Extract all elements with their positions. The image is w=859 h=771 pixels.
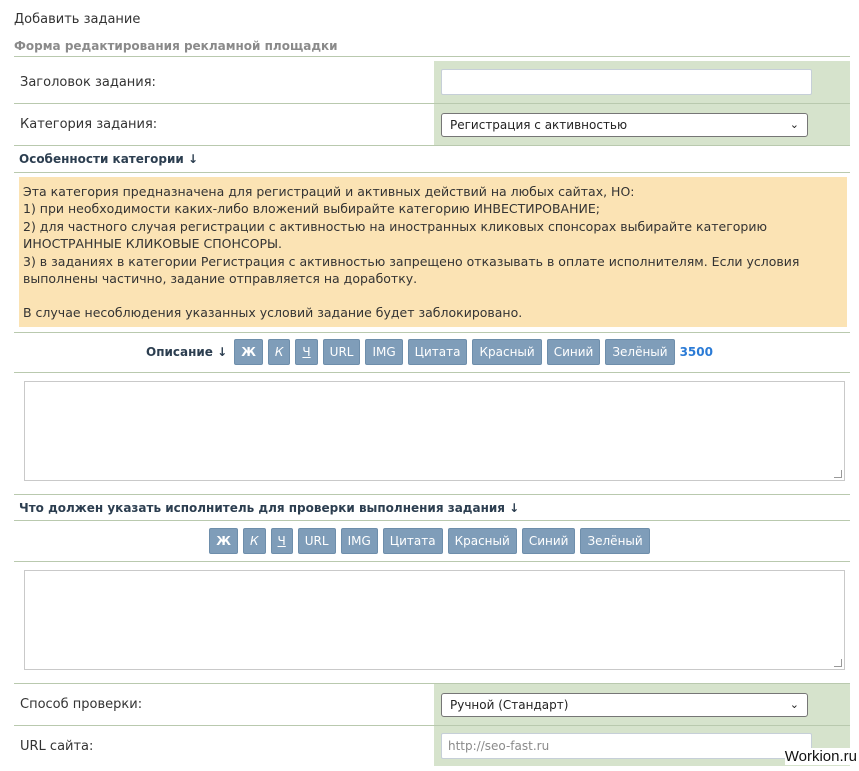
- description-textarea[interactable]: [24, 381, 845, 481]
- notice-line: Эта категория предназначена для регистра…: [23, 184, 635, 199]
- verification-toggle[interactable]: Что должен указать исполнитель для прове…: [19, 501, 519, 515]
- description-toggle[interactable]: Описание ↓: [146, 345, 227, 359]
- green-button[interactable]: Зелёный: [605, 339, 675, 365]
- resize-handle-icon[interactable]: [834, 470, 842, 478]
- blue-button[interactable]: Синий: [521, 528, 576, 554]
- page-title: Добавить задание: [14, 12, 141, 27]
- check-method-selected-value: Ручной (Стандарт): [450, 697, 569, 712]
- verification-toolbar: Ж К Ч URL IMG Цитата Красный Синий Зелён…: [0, 528, 859, 554]
- site-url-input[interactable]: [441, 733, 812, 759]
- form-title: Форма редактирования рекламной площадки: [14, 39, 338, 53]
- check-method-cell: Ручной (Стандарт) ⌄: [434, 684, 850, 725]
- divider: [14, 372, 850, 373]
- divider: [14, 56, 850, 57]
- bold-button[interactable]: Ж: [209, 528, 238, 554]
- underline-button[interactable]: Ч: [270, 528, 293, 554]
- chevron-down-icon: ⌄: [789, 118, 799, 131]
- notice-line: 3) в заданиях в категории Регистрация с …: [23, 253, 800, 269]
- check-method-label: Способ проверки:: [20, 697, 143, 712]
- italic-button[interactable]: К: [243, 528, 266, 554]
- description-toolbar: Описание ↓ Ж К Ч URL IMG Цитата Красный …: [0, 339, 859, 365]
- notice-line: 2) для частного случая регистрации с акт…: [23, 218, 768, 234]
- divider: [14, 494, 850, 495]
- task-title-input[interactable]: [441, 69, 812, 95]
- divider: [14, 332, 850, 333]
- site-url-label: URL сайта:: [20, 738, 94, 754]
- divider: [14, 520, 850, 521]
- category-notice: Эта категория предназначена для регистра…: [19, 177, 847, 327]
- notice-line: ИНОСТРАННЫЕ КЛИКОВЫЕ СПОНСОРЫ.: [23, 236, 283, 252]
- task-title-label: Заголовок задания:: [20, 74, 156, 90]
- notice-line: 1) при необходимости каких-либо вложений…: [23, 201, 600, 217]
- watermark: Workion.ru: [784, 748, 857, 765]
- char-limit-counter: 3500: [679, 345, 713, 359]
- verification-textarea[interactable]: [24, 570, 845, 670]
- resize-handle-icon[interactable]: [834, 659, 842, 667]
- chevron-down-icon: ⌄: [789, 698, 799, 711]
- red-button[interactable]: Красный: [472, 339, 542, 365]
- divider: [14, 145, 850, 146]
- site-url-row: URL сайта:: [14, 726, 850, 766]
- quote-button[interactable]: Цитата: [382, 528, 443, 554]
- check-method-row: Способ проверки: Ручной (Стандарт) ⌄: [14, 684, 850, 725]
- task-title-cell: [434, 61, 850, 103]
- bold-button[interactable]: Ж: [234, 339, 263, 365]
- img-button[interactable]: IMG: [340, 528, 378, 554]
- divider: [14, 172, 850, 173]
- category-cell: Регистрация с активностью ⌄: [434, 104, 850, 145]
- underline-button[interactable]: Ч: [295, 339, 318, 365]
- notice-line: [23, 287, 843, 304]
- category-selected-value: Регистрация с активностью: [450, 117, 628, 132]
- green-button[interactable]: Зелёный: [580, 528, 650, 554]
- divider: [14, 561, 850, 562]
- italic-button[interactable]: К: [267, 339, 291, 365]
- img-button[interactable]: IMG: [365, 339, 403, 365]
- notice-line: В случае несоблюдения указанных условий …: [23, 305, 523, 321]
- category-row: Категория задания: Регистрация с активно…: [14, 104, 850, 145]
- url-button[interactable]: URL: [297, 528, 336, 554]
- task-title-row: Заголовок задания:: [14, 61, 850, 103]
- red-button[interactable]: Красный: [447, 528, 517, 554]
- category-select[interactable]: Регистрация с активностью ⌄: [441, 112, 808, 137]
- check-method-select[interactable]: Ручной (Стандарт) ⌄: [441, 692, 808, 717]
- blue-button[interactable]: Синий: [546, 339, 601, 365]
- category-label: Категория задания:: [20, 117, 158, 132]
- quote-button[interactable]: Цитата: [407, 339, 468, 365]
- notice-line: выполнены частично, задание отправляется…: [23, 271, 418, 287]
- url-button[interactable]: URL: [322, 339, 361, 365]
- category-features-toggle[interactable]: Особенности категории ↓: [19, 152, 198, 166]
